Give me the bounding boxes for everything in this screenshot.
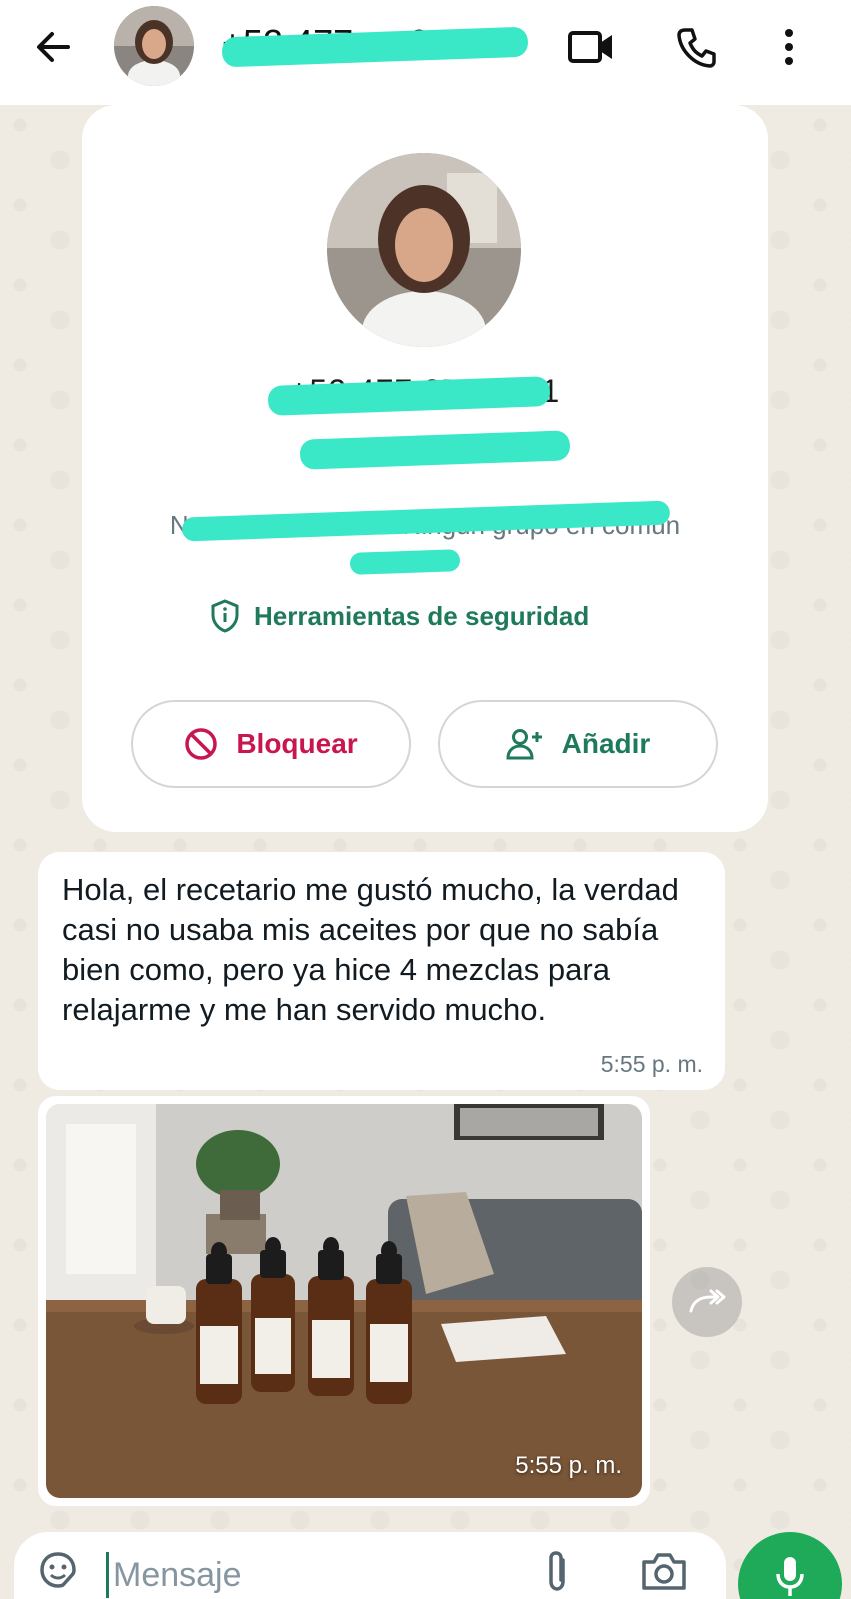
chat-header: +52 477 ··· 01 — [0, 0, 851, 105]
safety-tools-label: Herramientas de seguridad — [254, 600, 590, 631]
add-contact-button[interactable]: Añadir — [438, 700, 718, 788]
message-composer — [14, 1532, 726, 1599]
block-label: Bloquear — [236, 728, 358, 759]
contact-profile-photo[interactable] — [327, 153, 521, 347]
photo-essential-oil-bottles — [46, 1104, 642, 1498]
back-button[interactable] — [28, 22, 78, 72]
arrow-left-icon — [37, 32, 70, 62]
microphone-icon — [776, 1557, 804, 1596]
voice-call-button[interactable] — [672, 22, 722, 72]
message-time: 5:55 p. m. — [600, 1051, 703, 1077]
shield-icon — [211, 599, 239, 633]
phone-icon — [677, 28, 716, 68]
message-text: Hola, el recetario me gustó mucho, la ve… — [62, 872, 679, 1027]
video-camera-icon — [568, 31, 612, 63]
paperclip-icon — [549, 1551, 565, 1591]
add-label: Añadir — [561, 728, 651, 759]
camera-button[interactable] — [640, 1550, 688, 1597]
camera-icon — [642, 1553, 686, 1590]
sticker-icon — [40, 1552, 76, 1588]
forward-icon — [689, 1289, 726, 1313]
video-call-button[interactable] — [566, 22, 616, 72]
person-photo-icon — [327, 153, 521, 347]
redaction-mark — [349, 549, 461, 575]
menu-button[interactable] — [764, 22, 814, 72]
message-input[interactable] — [106, 1552, 526, 1598]
incoming-image-message[interactable]: 5:55 p. m. — [38, 1096, 650, 1506]
message-time: 5:55 p. m. — [515, 1452, 622, 1479]
block-button[interactable]: Bloquear — [131, 700, 411, 788]
kebab-menu-icon — [785, 29, 793, 65]
contact-avatar[interactable] — [114, 6, 194, 86]
sticker-button[interactable] — [36, 1548, 80, 1597]
contact-info-card: +52 477 37 ·· 601 ~ Ale soporte de ····x… — [82, 105, 768, 832]
attach-button[interactable] — [542, 1548, 572, 1599]
add-person-icon — [506, 729, 542, 760]
message-photo[interactable] — [46, 1104, 642, 1498]
forward-button[interactable] — [672, 1267, 742, 1337]
block-icon — [185, 728, 218, 760]
safety-tools-link[interactable]: Herramientas de seguridad — [210, 599, 589, 633]
person-photo-icon — [114, 6, 194, 86]
incoming-message[interactable]: Hola, el recetario me gustó mucho, la ve… — [38, 852, 725, 1090]
